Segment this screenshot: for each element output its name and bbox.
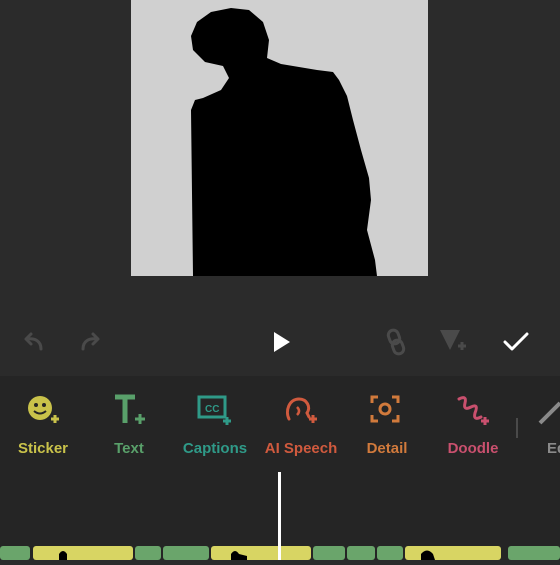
playback-controls (0, 316, 560, 372)
tool-text-label: Text (114, 440, 144, 457)
timeline-strip-segment[interactable] (377, 546, 403, 560)
svg-text:CC: CC (205, 404, 219, 415)
timeline-strip-segment[interactable] (211, 546, 311, 560)
detail-icon (369, 392, 405, 430)
clip-thumbnail (421, 550, 435, 560)
play-icon (270, 330, 292, 359)
redo-icon (77, 331, 103, 358)
timeline-strip-segment[interactable] (508, 546, 560, 560)
keyframe-add-icon (436, 328, 468, 361)
redo-button[interactable] (68, 316, 112, 372)
clip-thumbnail (231, 551, 247, 560)
check-icon (502, 331, 530, 358)
timeline-strip-segment[interactable] (0, 546, 30, 560)
video-preview-area (0, 0, 560, 300)
timeline-strip-segment[interactable] (405, 546, 501, 560)
edit-icon (538, 392, 560, 430)
tool-edit[interactable]: Ed (522, 376, 560, 472)
text-icon (111, 392, 147, 430)
confirm-button[interactable] (494, 316, 538, 372)
tool-text[interactable]: Text (86, 376, 172, 472)
ai-speech-icon (283, 392, 319, 430)
tool-ai-speech-label: AI Speech (264, 440, 338, 457)
tool-sticker[interactable]: Sticker (0, 376, 86, 472)
tool-bar: Sticker Text CC Captions AI Speech Detai… (0, 376, 560, 472)
link-icon (385, 328, 407, 361)
tool-ai-speech[interactable]: AI Speech (258, 376, 344, 472)
tool-captions[interactable]: CC Captions (172, 376, 258, 472)
captions-icon: CC (197, 392, 233, 430)
playhead[interactable] (278, 472, 281, 560)
play-button[interactable] (259, 316, 303, 372)
clip-thumbnail (59, 551, 67, 560)
video-preview[interactable] (131, 0, 428, 276)
silhouette-image (191, 8, 377, 276)
tool-detail[interactable]: Detail (344, 376, 430, 472)
tool-edit-label: Ed (547, 440, 560, 457)
tool-detail-label: Detail (366, 440, 408, 457)
tool-doodle-label: Doodle (447, 440, 499, 457)
tool-sticker-label: Sticker (17, 440, 69, 457)
tool-doodle[interactable]: Doodle (430, 376, 516, 472)
link-button[interactable] (374, 316, 418, 372)
doodle-icon (455, 392, 491, 430)
undo-icon (21, 331, 47, 358)
timeline-strip-segment[interactable] (313, 546, 345, 560)
undo-button[interactable] (12, 316, 56, 372)
sticker-icon (25, 392, 61, 430)
timeline-strip-segment[interactable] (33, 546, 133, 560)
timeline-strip-segment[interactable] (163, 546, 209, 560)
timeline-strip-segment[interactable] (135, 546, 161, 560)
timeline-strip-segment[interactable] (347, 546, 375, 560)
keyframe-button[interactable] (430, 316, 474, 372)
tool-divider (516, 418, 518, 438)
tool-captions-label: Captions (182, 440, 248, 457)
